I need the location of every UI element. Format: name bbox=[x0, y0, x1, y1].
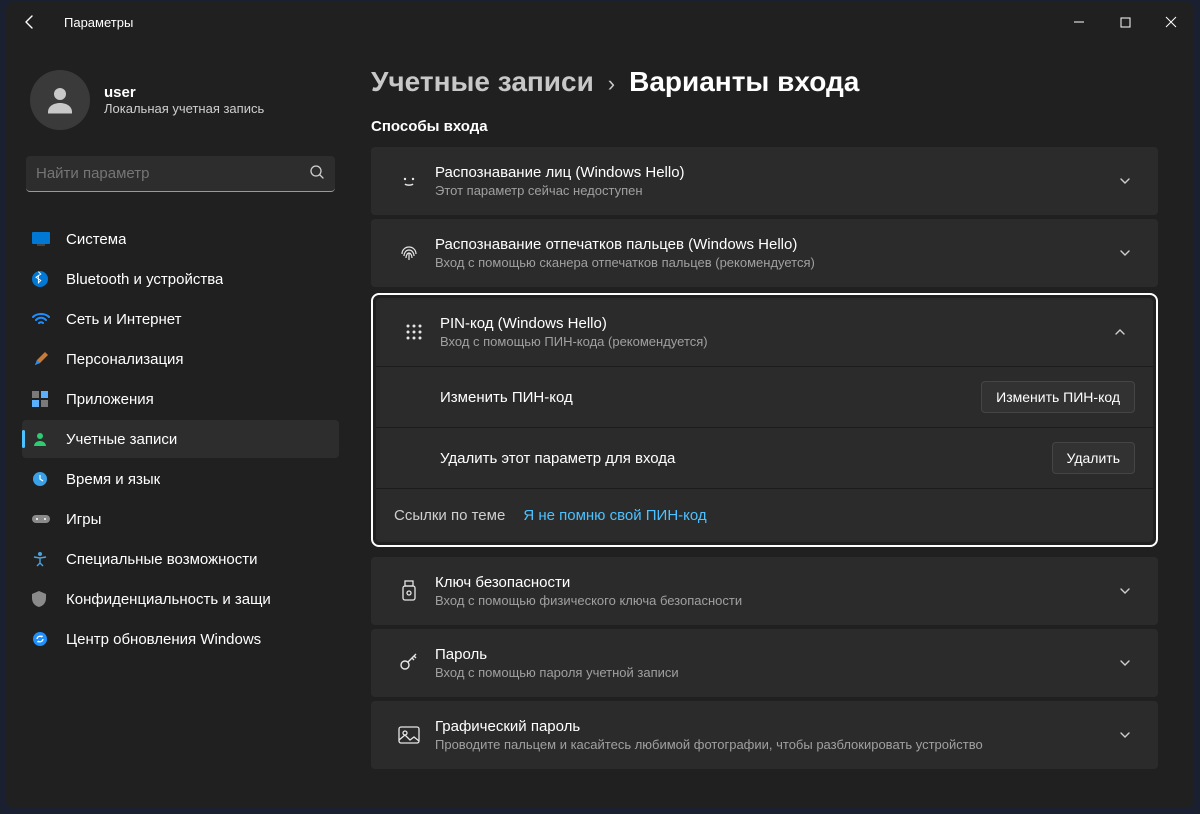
apps-icon bbox=[32, 388, 60, 410]
minimize-button[interactable] bbox=[1056, 2, 1102, 42]
sidebar-item-accounts[interactable]: Учетные записи bbox=[22, 420, 339, 458]
card-title: Ключ безопасности bbox=[435, 574, 1110, 591]
sidebar-item-label: Конфиденциальность и защи bbox=[66, 591, 271, 608]
user-block[interactable]: user Локальная учетная запись bbox=[22, 66, 339, 148]
update-icon bbox=[32, 628, 60, 650]
back-button[interactable] bbox=[14, 6, 46, 38]
sidebar-item-label: Bluetooth и устройства bbox=[66, 271, 223, 288]
app-title: Параметры bbox=[64, 15, 133, 30]
forgot-pin-link[interactable]: Я не помню свой ПИН-код bbox=[523, 507, 706, 524]
breadcrumb-parent[interactable]: Учетные записи bbox=[371, 66, 594, 98]
sidebar-item-network[interactable]: Сеть и Интернет bbox=[22, 300, 339, 338]
pin-remove-label: Удалить этот параметр для входа bbox=[440, 450, 1052, 467]
key-icon bbox=[389, 652, 429, 674]
nav: Система Bluetooth и устройства Сеть и Ин… bbox=[22, 218, 339, 660]
titlebar: Параметры bbox=[6, 2, 1194, 42]
card-pin-header[interactable]: PIN-код (Windows Hello) Вход с помощью П… bbox=[376, 298, 1153, 366]
card-face-recognition[interactable]: Распознавание лиц (Windows Hello) Этот п… bbox=[371, 147, 1158, 215]
pin-links-row: Ссылки по теме Я не помню свой ПИН-код bbox=[376, 488, 1153, 542]
card-desc: Вход с помощью физического ключа безопас… bbox=[435, 593, 1110, 608]
sidebar-item-time[interactable]: Время и язык bbox=[22, 460, 339, 498]
sidebar-item-bluetooth[interactable]: Bluetooth и устройства bbox=[22, 260, 339, 298]
system-icon bbox=[32, 228, 60, 250]
picture-icon bbox=[389, 726, 429, 744]
accessibility-icon bbox=[32, 548, 60, 570]
face-icon bbox=[389, 170, 429, 192]
card-desc: Вход с помощью пароля учетной записи bbox=[435, 665, 1110, 680]
pin-change-label: Изменить ПИН-код bbox=[440, 389, 981, 406]
sidebar-item-personalization[interactable]: Персонализация bbox=[22, 340, 339, 378]
card-picture-password[interactable]: Графический пароль Проводите пальцем и к… bbox=[371, 701, 1158, 769]
chevron-down-icon bbox=[1110, 246, 1140, 260]
card-desc: Вход с помощью ПИН-кода (рекомендуется) bbox=[440, 334, 1105, 349]
sidebar-item-gaming[interactable]: Игры bbox=[22, 500, 339, 538]
sidebar-item-update[interactable]: Центр обновления Windows bbox=[22, 620, 339, 658]
chevron-up-icon bbox=[1105, 325, 1135, 339]
chevron-down-icon bbox=[1110, 728, 1140, 742]
settings-window: Параметры user Локальная учетная запись bbox=[6, 2, 1194, 808]
search-box[interactable] bbox=[26, 156, 335, 192]
card-fingerprint[interactable]: Распознавание отпечатков пальцев (Window… bbox=[371, 219, 1158, 287]
related-links-label: Ссылки по теме bbox=[394, 507, 505, 524]
sidebar-item-label: Система bbox=[66, 231, 126, 248]
sidebar-item-system[interactable]: Система bbox=[22, 220, 339, 258]
pin-remove-row: Удалить этот параметр для входа Удалить bbox=[376, 427, 1153, 488]
card-title: Распознавание лиц (Windows Hello) bbox=[435, 164, 1110, 181]
card-security-key[interactable]: Ключ безопасности Вход с помощью физичес… bbox=[371, 557, 1158, 625]
card-desc: Проводите пальцем и касайтесь любимой фо… bbox=[435, 737, 1110, 752]
chevron-down-icon bbox=[1110, 174, 1140, 188]
sidebar-item-label: Игры bbox=[66, 511, 101, 528]
card-title: Распознавание отпечатков пальцев (Window… bbox=[435, 236, 1110, 253]
remove-pin-button[interactable]: Удалить bbox=[1052, 442, 1135, 474]
user-name: user bbox=[104, 84, 264, 101]
card-title: Пароль bbox=[435, 646, 1110, 663]
maximize-button[interactable] bbox=[1102, 2, 1148, 42]
sidebar-item-label: Сеть и Интернет bbox=[66, 311, 182, 328]
close-button[interactable] bbox=[1148, 2, 1194, 42]
wifi-icon bbox=[32, 308, 60, 330]
main-content: Учетные записи › Варианты входа Способы … bbox=[351, 42, 1194, 808]
sidebar-item-label: Учетные записи bbox=[66, 431, 177, 448]
fingerprint-icon bbox=[389, 242, 429, 264]
card-title: PIN-код (Windows Hello) bbox=[440, 315, 1105, 332]
avatar bbox=[30, 70, 90, 130]
search-input[interactable] bbox=[36, 165, 309, 182]
section-title: Способы входа bbox=[371, 118, 1158, 135]
sidebar-item-label: Время и язык bbox=[66, 471, 160, 488]
usb-key-icon bbox=[389, 580, 429, 602]
card-title: Графический пароль bbox=[435, 718, 1110, 735]
sidebar-item-apps[interactable]: Приложения bbox=[22, 380, 339, 418]
clock-icon bbox=[32, 468, 60, 490]
sidebar-item-accessibility[interactable]: Специальные возможности bbox=[22, 540, 339, 578]
card-desc: Этот параметр сейчас недоступен bbox=[435, 183, 1110, 198]
change-pin-button[interactable]: Изменить ПИН-код bbox=[981, 381, 1135, 413]
card-pin-group: PIN-код (Windows Hello) Вход с помощью П… bbox=[371, 293, 1158, 547]
sidebar-item-label: Центр обновления Windows bbox=[66, 631, 261, 648]
gamepad-icon bbox=[32, 508, 60, 530]
sidebar-item-label: Приложения bbox=[66, 391, 154, 408]
brush-icon bbox=[32, 348, 60, 370]
sidebar: user Локальная учетная запись Система Bl… bbox=[6, 42, 351, 808]
chevron-down-icon bbox=[1110, 584, 1140, 598]
card-desc: Вход с помощью сканера отпечатков пальце… bbox=[435, 255, 1110, 270]
pin-change-row: Изменить ПИН-код Изменить ПИН-код bbox=[376, 366, 1153, 427]
sidebar-item-privacy[interactable]: Конфиденциальность и защи bbox=[22, 580, 339, 618]
bluetooth-icon bbox=[32, 268, 60, 290]
search-icon bbox=[309, 164, 325, 183]
person-icon bbox=[32, 428, 60, 450]
user-desc: Локальная учетная запись bbox=[104, 101, 264, 116]
sidebar-item-label: Специальные возможности bbox=[66, 551, 258, 568]
keypad-icon bbox=[394, 322, 434, 342]
sidebar-item-label: Персонализация bbox=[66, 351, 184, 368]
breadcrumb: Учетные записи › Варианты входа bbox=[371, 66, 1158, 98]
chevron-right-icon: › bbox=[608, 71, 615, 97]
card-password[interactable]: Пароль Вход с помощью пароля учетной зап… bbox=[371, 629, 1158, 697]
card-pin: PIN-код (Windows Hello) Вход с помощью П… bbox=[376, 298, 1153, 542]
shield-icon bbox=[32, 588, 60, 610]
chevron-down-icon bbox=[1110, 656, 1140, 670]
page-title: Варианты входа bbox=[629, 66, 859, 98]
